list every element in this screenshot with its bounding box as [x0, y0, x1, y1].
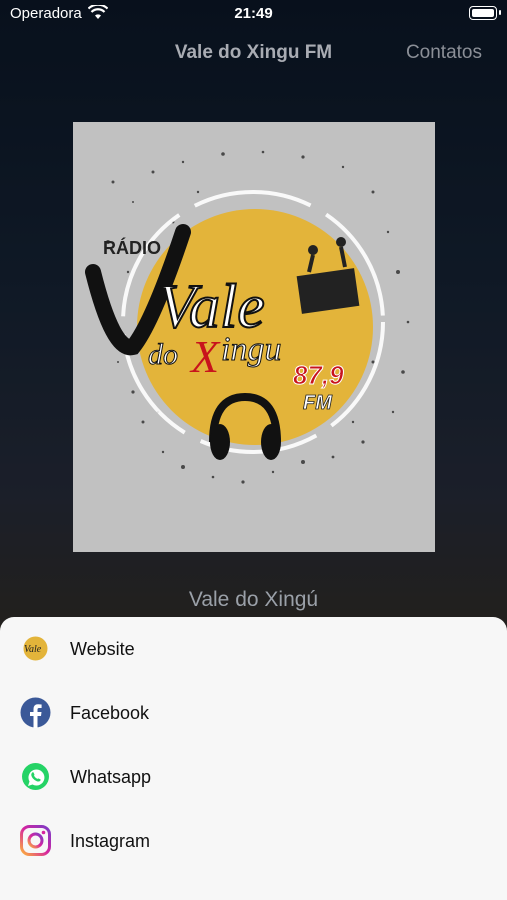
facebook-label: Facebook [70, 703, 150, 723]
battery-cap [499, 10, 501, 15]
instagram-label: Instagram [70, 831, 151, 851]
whatsapp-row[interactable]: Whatsapp [0, 745, 507, 809]
svg-text:FM: FM [303, 392, 333, 414]
navigation-bar: Vale do Xingu FM Contatos [0, 34, 507, 74]
facebook-icon [20, 697, 51, 728]
contacts-action-sheet: Vale Website Facebook Whatsapp Instagram [0, 617, 507, 900]
website-row[interactable]: Vale Website [0, 617, 507, 681]
website-logo-icon: Vale [23, 636, 48, 661]
svg-text:ingu: ingu [221, 331, 281, 368]
svg-text:do: do [148, 338, 178, 371]
station-name: Vale do Xingú [188, 588, 319, 611]
whatsapp-label: Whatsapp [70, 767, 152, 787]
instagram-row[interactable]: Instagram [0, 809, 507, 873]
svg-text:87,9: 87,9 [293, 360, 344, 390]
station-logo: RÁDIO Vale do X ingu 87,9 FM [73, 122, 435, 552]
instagram-icon [20, 825, 51, 856]
battery-icon [469, 6, 497, 20]
status-bar: Operadora 21:49 [0, 0, 507, 28]
svg-text:RÁDIO: RÁDIO [103, 237, 161, 258]
contacts-button[interactable]: Contatos [406, 42, 482, 64]
svg-text:Vale: Vale [24, 644, 42, 655]
facebook-row[interactable]: Facebook [0, 681, 507, 745]
status-time: 21:49 [234, 5, 273, 22]
website-label: Website [70, 639, 135, 659]
whatsapp-icon [22, 763, 49, 790]
svg-text:X: X [189, 331, 221, 382]
station-artwork: RÁDIO Vale do X ingu 87,9 FM [73, 122, 435, 552]
